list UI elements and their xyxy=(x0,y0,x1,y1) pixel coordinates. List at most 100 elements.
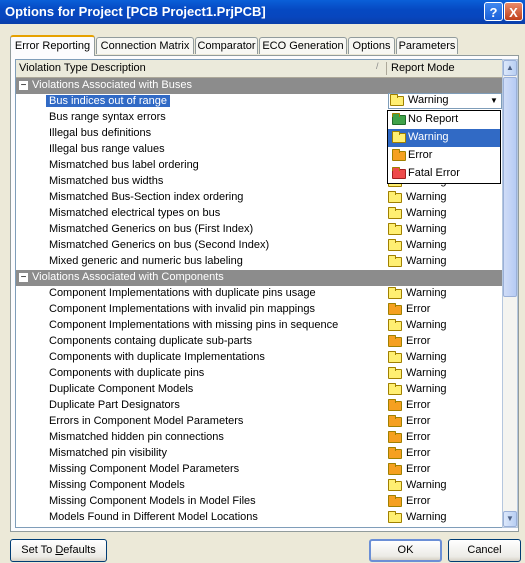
violation-row[interactable]: Mismatched electrical types on bus Warnin… xyxy=(16,206,502,222)
violation-row[interactable]: Components with duplicate Implementation… xyxy=(16,350,502,366)
scroll-down-button[interactable]: ▼ xyxy=(503,511,517,527)
column-header-report-mode[interactable]: Report Mode xyxy=(391,62,455,74)
violation-row[interactable]: Components with duplicate pins Warning xyxy=(16,366,502,382)
violation-row[interactable]: Component Implementations with duplicate… xyxy=(16,286,502,302)
violation-row[interactable]: Component Implementations with missing p… xyxy=(16,318,502,334)
error-folder-icon xyxy=(388,303,402,315)
violation-description: Duplicate Component Models xyxy=(49,383,194,395)
violation-description: Mismatched bus widths xyxy=(49,175,164,187)
set-to-defaults-button[interactable]: Set To Defaults xyxy=(10,539,107,562)
report-mode-label: Warning xyxy=(406,255,447,267)
warning-folder-icon xyxy=(388,255,402,267)
report-mode-combo[interactable]: Warning ▼ xyxy=(388,93,502,109)
warning-folder-icon xyxy=(388,351,402,363)
violation-row[interactable]: Models Found in Different Model Location… xyxy=(16,510,502,526)
warning-folder-icon xyxy=(388,479,402,491)
scroll-up-button[interactable]: ▲ xyxy=(503,60,517,76)
violation-row[interactable]: Mixed generic and numeric bus labeling Wa… xyxy=(16,254,502,270)
dropdown-option[interactable]: Error xyxy=(388,147,500,165)
report-mode-label: Error xyxy=(406,399,431,411)
title-bar[interactable]: Options for Project [PCB Project1.PrjPCB… xyxy=(0,0,525,24)
error-folder-icon xyxy=(388,463,402,475)
warning-folder-icon xyxy=(388,191,402,203)
tab-eco-generation[interactable]: ECO Generation xyxy=(259,37,347,54)
violation-row[interactable]: Errors in Component Model Parameters Erro… xyxy=(16,414,502,430)
error-folder-icon xyxy=(388,399,402,411)
violation-row[interactable]: Missing Component Models in Model Files E… xyxy=(16,494,502,510)
violation-description: Mixed generic and numeric bus labeling xyxy=(49,255,243,267)
ok-button[interactable]: OK xyxy=(369,539,442,562)
scroll-thumb[interactable] xyxy=(503,77,517,297)
warning-folder-icon xyxy=(392,131,406,143)
report-mode-label: Error xyxy=(406,495,431,507)
vertical-scrollbar[interactable]: ▲ ▼ xyxy=(502,59,518,528)
tab-comparator[interactable]: Comparator xyxy=(195,37,258,54)
group-label: Violations Associated with Buses xyxy=(32,79,192,91)
dropdown-option[interactable]: No Report xyxy=(388,111,500,129)
grid-header: Violation Type Description / Report Mode xyxy=(16,60,502,78)
report-mode-label: Error xyxy=(406,303,431,315)
collapse-icon[interactable]: − xyxy=(19,273,28,283)
collapse-icon[interactable]: − xyxy=(19,81,28,91)
violation-row[interactable]: Mismatched Generics on bus (Second Index… xyxy=(16,238,502,254)
violation-description: Missing Component Models in Model Files xyxy=(49,495,256,507)
error-folder-icon xyxy=(388,495,402,507)
report-mode-label: Error xyxy=(406,415,431,427)
no-report-folder-icon xyxy=(392,113,406,125)
chevron-down-icon[interactable]: ▼ xyxy=(487,94,501,108)
report-mode-label: Warning xyxy=(406,367,447,379)
dropdown-option[interactable]: Fatal Error xyxy=(388,165,500,183)
violation-row[interactable]: Duplicate Component Models Warning xyxy=(16,382,502,398)
violation-row[interactable]: Mismatched hidden pin connections Error xyxy=(16,430,502,446)
dropdown-option-label: No Report xyxy=(408,113,459,125)
error-folder-icon xyxy=(388,431,402,443)
warning-folder-icon xyxy=(388,287,402,299)
tab-options[interactable]: Options xyxy=(348,37,395,54)
group-row[interactable]: − Violations Associated with Components xyxy=(16,270,502,286)
tab-connection-matrix[interactable]: Connection Matrix xyxy=(96,37,194,54)
violation-row[interactable]: Missing Component Model Parameters Error xyxy=(16,462,502,478)
violation-row[interactable]: Mismatched pin visibility Error xyxy=(16,446,502,462)
group-label: Violations Associated with Components xyxy=(32,271,224,283)
violation-row[interactable]: Missing Component Models Warning xyxy=(16,478,502,494)
warning-folder-icon xyxy=(388,383,402,395)
report-mode-label: Warning xyxy=(406,287,447,299)
violation-description: Components containg duplicate sub-parts xyxy=(49,335,253,347)
error-folder-icon xyxy=(388,335,402,347)
cancel-button[interactable]: Cancel xyxy=(448,539,521,562)
close-button[interactable]: X xyxy=(504,2,523,21)
violation-description: Missing Component Model Parameters xyxy=(49,463,240,475)
warning-folder-icon xyxy=(388,367,402,379)
tab-parameters[interactable]: Parameters xyxy=(396,37,458,54)
violation-description: Mismatched electrical types on bus xyxy=(49,207,221,219)
group-row[interactable]: − Violations Associated with Buses xyxy=(16,78,502,94)
violation-description: Illegal bus range values xyxy=(49,143,165,155)
report-mode-dropdown[interactable]: No Report Warning Error Fatal Error xyxy=(387,110,501,184)
violation-row[interactable]: Component Implementations with invalid p… xyxy=(16,302,502,318)
report-mode-label: Warning xyxy=(406,319,447,331)
warning-folder-icon xyxy=(388,319,402,331)
dropdown-option[interactable]: Warning xyxy=(388,129,500,147)
report-mode-label: Error xyxy=(406,463,431,475)
help-button[interactable]: ? xyxy=(484,2,503,21)
column-separator[interactable] xyxy=(386,62,387,75)
combo-value-label: Warning xyxy=(408,94,449,106)
tab-error-reporting[interactable]: Error Reporting xyxy=(10,35,95,56)
warning-folder-icon xyxy=(388,223,402,235)
violation-description: Components with duplicate pins xyxy=(49,367,205,379)
report-mode-label: Warning xyxy=(406,207,447,219)
error-folder-icon xyxy=(388,447,402,459)
violation-row[interactable]: Components containg duplicate sub-parts E… xyxy=(16,334,502,350)
violation-row[interactable]: Mismatched Bus-Section index ordering War… xyxy=(16,190,502,206)
report-mode-label: Warning xyxy=(406,191,447,203)
violation-row[interactable]: Duplicate Part Designators Error xyxy=(16,398,502,414)
report-mode-label: Warning xyxy=(406,351,447,363)
violation-description: Component Implementations with invalid p… xyxy=(49,303,315,315)
warning-folder-icon xyxy=(390,94,404,106)
column-header-description[interactable]: Violation Type Description xyxy=(19,62,146,74)
report-mode-label: Warning xyxy=(406,239,447,251)
violation-row[interactable]: Mismatched Generics on bus (First Index)… xyxy=(16,222,502,238)
violation-description: Mismatched pin visibility xyxy=(49,447,167,459)
violation-description: Duplicate Part Designators xyxy=(49,399,180,411)
violation-description: Mismatched hidden pin connections xyxy=(49,431,224,443)
